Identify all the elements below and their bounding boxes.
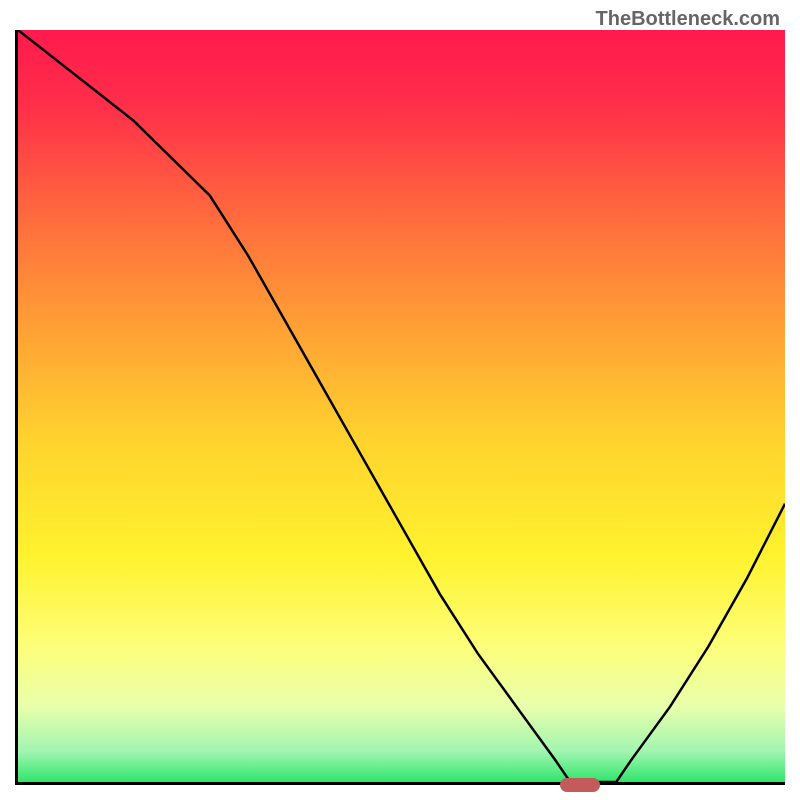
watermark-text: TheBottleneck.com: [596, 8, 780, 31]
optimal-marker: [560, 778, 600, 792]
bottleneck-curve: [18, 30, 785, 782]
chart-area: [15, 30, 785, 785]
